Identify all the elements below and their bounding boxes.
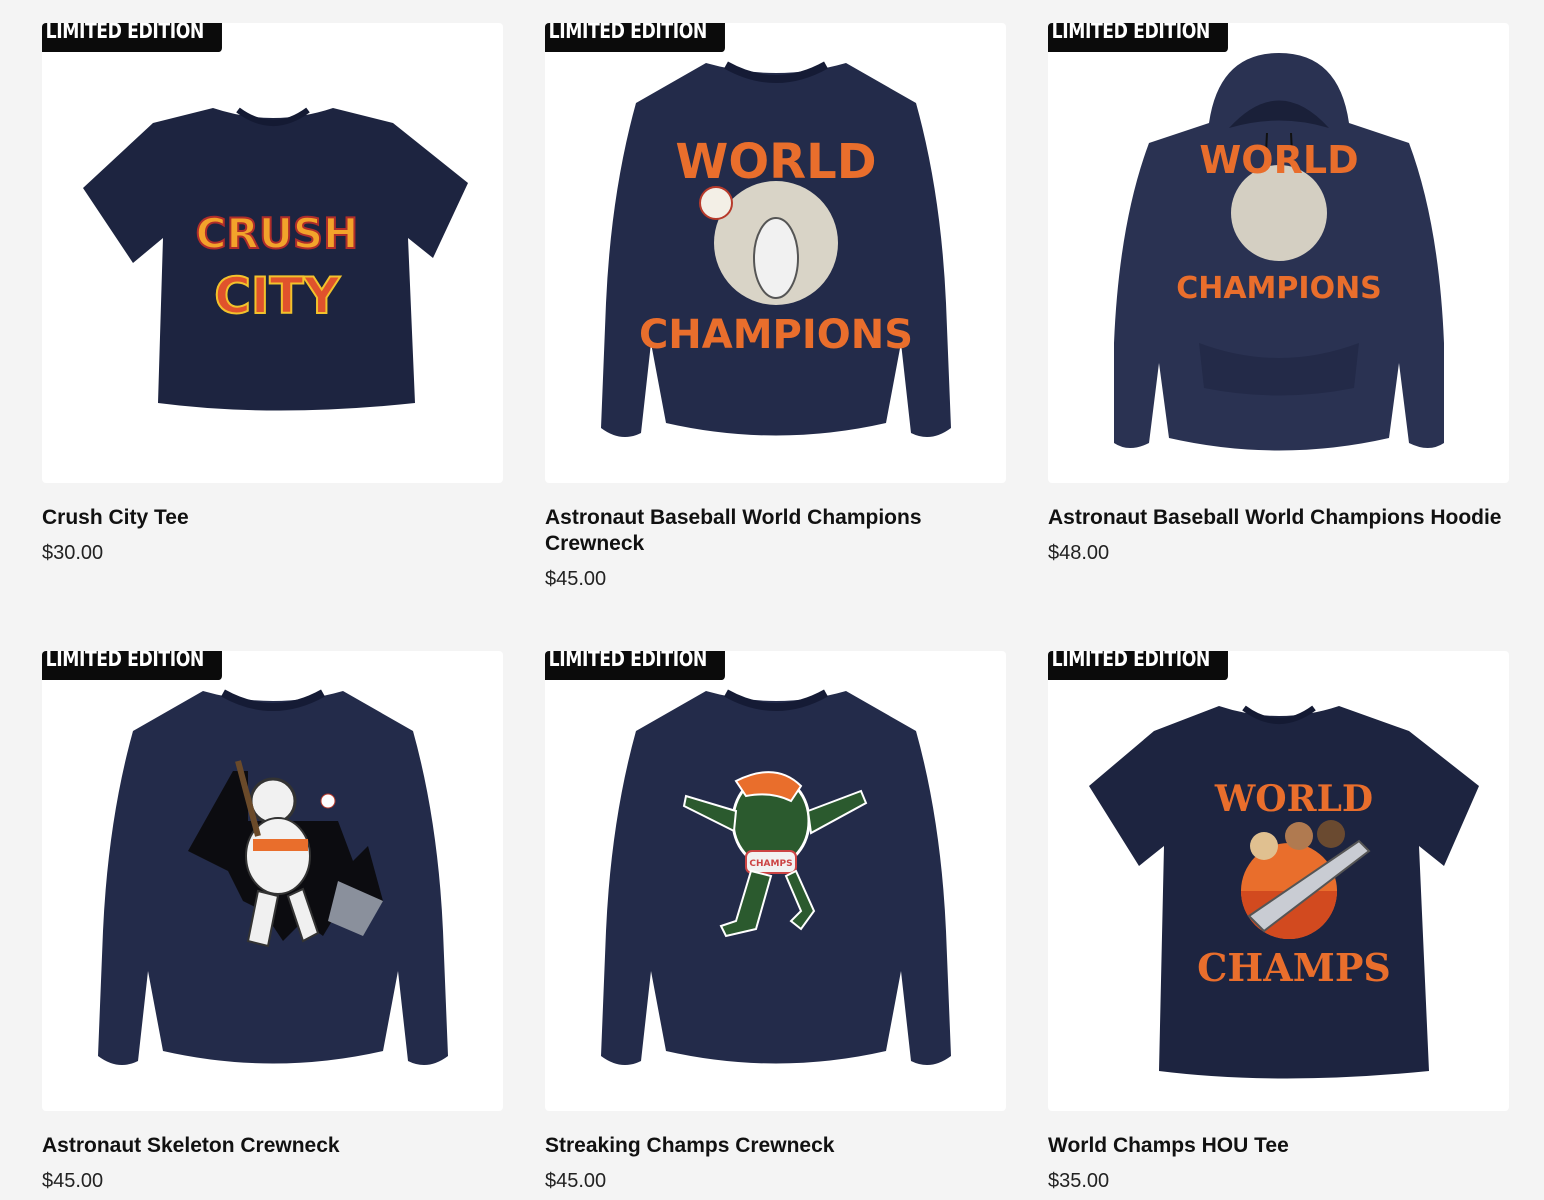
- limited-edition-badge: LIMITED EDITION: [42, 651, 222, 680]
- product-price: $30.00: [42, 542, 104, 564]
- product-price: $35.00: [1048, 1170, 1110, 1192]
- product-title[interactable]: Crush City Tee: [42, 505, 503, 531]
- crewneck-image: CHAMPS: [586, 671, 966, 1091]
- product-grid: LIMITED EDITION CRUSH CITY Crush City Te…: [0, 0, 1544, 1200]
- limited-edition-badge: LIMITED EDITION: [1048, 23, 1228, 52]
- graphic-text-line2: CITY: [214, 267, 340, 325]
- product-image[interactable]: LIMITED EDITION WORLD CHAMPIONS: [1048, 23, 1509, 483]
- product-price: $45.00: [545, 1170, 607, 1192]
- graphic-text-line2: CHAMPIONS: [638, 312, 912, 358]
- graphic-text-line1: WORLD: [1199, 138, 1358, 182]
- graphic-text-line1: WORLD: [1213, 778, 1372, 820]
- limited-edition-badge: LIMITED EDITION: [545, 651, 725, 680]
- hoodie-image: WORLD CHAMPIONS: [1099, 43, 1459, 463]
- product-title[interactable]: Streaking Champs Crewneck: [545, 1133, 1006, 1159]
- product-card[interactable]: LIMITED EDITION WORLD CHAMPIONS Astronau…: [1048, 23, 1509, 565]
- product-title[interactable]: Astronaut Baseball World Champions Crewn…: [545, 505, 1006, 557]
- product-card[interactable]: LIMITED EDITION WORLD CHAMPS World Champ…: [1048, 651, 1509, 1193]
- product-price: $48.00: [1048, 542, 1110, 564]
- product-card[interactable]: LIMITED EDITION WORLD CHAMPIONS Astronau…: [545, 23, 1006, 591]
- limited-edition-badge: LIMITED EDITION: [1048, 651, 1228, 680]
- product-card[interactable]: LIMITED EDITION CHAMPS Streaking Champs …: [545, 651, 1006, 1193]
- product-image[interactable]: LIMITED EDITION WORLD CHAMPIONS: [545, 23, 1006, 483]
- crewneck-image: [83, 671, 463, 1091]
- limited-edition-badge: LIMITED EDITION: [42, 23, 222, 52]
- product-card[interactable]: LIMITED EDITION Astronaut Skeleton Crewn…: [42, 651, 503, 1193]
- tee-shirt-image: CRUSH CITY: [63, 88, 483, 418]
- product-image[interactable]: LIMITED EDITION CRUSH CITY: [42, 23, 503, 483]
- product-title[interactable]: Astronaut Baseball World Champions Hoodi…: [1048, 505, 1509, 531]
- graphic-text-line1: CRUSH: [195, 209, 358, 258]
- tee-shirt-image: WORLD CHAMPS: [1069, 676, 1489, 1086]
- product-title[interactable]: World Champs HOU Tee: [1048, 1133, 1509, 1159]
- product-image[interactable]: LIMITED EDITION: [42, 651, 503, 1111]
- product-price: $45.00: [42, 1170, 104, 1192]
- crewneck-image: WORLD CHAMPIONS: [586, 43, 966, 463]
- product-price: $45.00: [545, 568, 607, 590]
- product-image[interactable]: LIMITED EDITION CHAMPS: [545, 651, 1006, 1111]
- graphic-text-line2: CHAMPIONS: [1176, 271, 1382, 306]
- product-title[interactable]: Astronaut Skeleton Crewneck: [42, 1133, 503, 1159]
- limited-edition-badge: LIMITED EDITION: [545, 23, 725, 52]
- product-image[interactable]: LIMITED EDITION WORLD CHAMPS: [1048, 651, 1509, 1111]
- graphic-text-line1: CHAMPS: [749, 859, 792, 869]
- graphic-text-line2: CHAMPS: [1197, 945, 1391, 990]
- product-card[interactable]: LIMITED EDITION CRUSH CITY Crush City Te…: [42, 23, 503, 565]
- graphic-text-line1: WORLD: [675, 134, 876, 190]
